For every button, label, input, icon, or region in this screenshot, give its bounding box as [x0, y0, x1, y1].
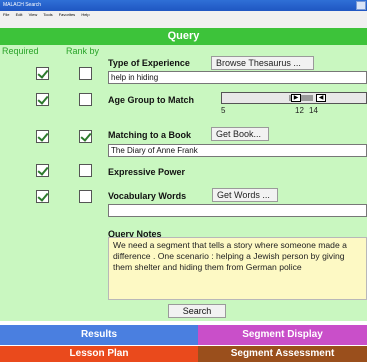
matching-book-label: Matching to a Book	[108, 130, 191, 140]
get-book-button[interactable]: Get Book...	[211, 127, 269, 141]
tab-segment-assessment[interactable]: Segment Assessment	[198, 346, 367, 362]
rank-checkbox-expressive[interactable]	[79, 164, 92, 177]
menu-favorites[interactable]: Favorites	[59, 12, 75, 17]
tab-results[interactable]: Results	[0, 325, 198, 345]
required-checkbox-book[interactable]	[36, 130, 49, 143]
tab-segment-display[interactable]: Segment Display	[198, 325, 367, 345]
book-field[interactable]: The Diary of Anne Frank	[108, 144, 367, 157]
tab-lesson-plan[interactable]: Lesson Plan	[0, 346, 198, 362]
age-high-thumb[interactable]: ◀	[316, 94, 326, 102]
required-checkbox-vocabulary[interactable]	[36, 190, 49, 203]
query-panel: Query Required Rank by Type of Experienc…	[0, 28, 367, 321]
query-header: Query	[0, 28, 367, 45]
menu-view[interactable]: View	[29, 12, 38, 17]
rank-column-header: Rank by	[66, 46, 100, 56]
age-low-thumb[interactable]: ▶	[291, 94, 301, 102]
vocabulary-field[interactable]	[108, 204, 367, 217]
browse-thesaurus-button[interactable]: Browse Thesaurus ...	[211, 56, 314, 70]
vocabulary-words-label: Vocabulary Words	[108, 191, 187, 201]
menu-tools[interactable]: Tools	[43, 12, 52, 17]
get-words-button[interactable]: Get Words ...	[212, 188, 278, 202]
expressive-power-label: Expressive Power	[108, 167, 186, 177]
rank-checkbox-book[interactable]	[79, 130, 92, 143]
age-tick-min: 5	[221, 106, 226, 115]
rank-checkbox-experience[interactable]	[79, 67, 92, 80]
age-range-slider[interactable]: ▶ ◀	[221, 92, 367, 104]
close-icon[interactable]	[356, 1, 366, 10]
required-checkbox-expressive[interactable]	[36, 164, 49, 177]
window-titlebar: MALACH Search	[0, 0, 367, 11]
age-tick-low: 12	[295, 106, 304, 115]
menu-file[interactable]: File	[3, 12, 9, 17]
window-title: MALACH Search	[3, 2, 42, 8]
type-of-experience-label: Type of Experience	[108, 58, 190, 68]
age-group-label: Age Group to Match	[108, 95, 194, 105]
menu-bar: File Edit View Tools Favorites Help	[0, 11, 367, 28]
rank-checkbox-vocabulary[interactable]	[79, 190, 92, 203]
search-button[interactable]: Search	[168, 304, 226, 318]
experience-field[interactable]: help in hiding	[108, 71, 367, 84]
menu-help[interactable]: Help	[81, 12, 89, 17]
required-checkbox-experience[interactable]	[36, 67, 49, 80]
query-notes-textarea[interactable]: We need a segment that tells a story whe…	[108, 237, 367, 300]
required-checkbox-age[interactable]	[36, 93, 49, 106]
rank-checkbox-age[interactable]	[79, 93, 92, 106]
menu-edit[interactable]: Edit	[16, 12, 23, 17]
age-tick-high: 14	[309, 106, 318, 115]
required-column-header: Required	[2, 46, 39, 56]
